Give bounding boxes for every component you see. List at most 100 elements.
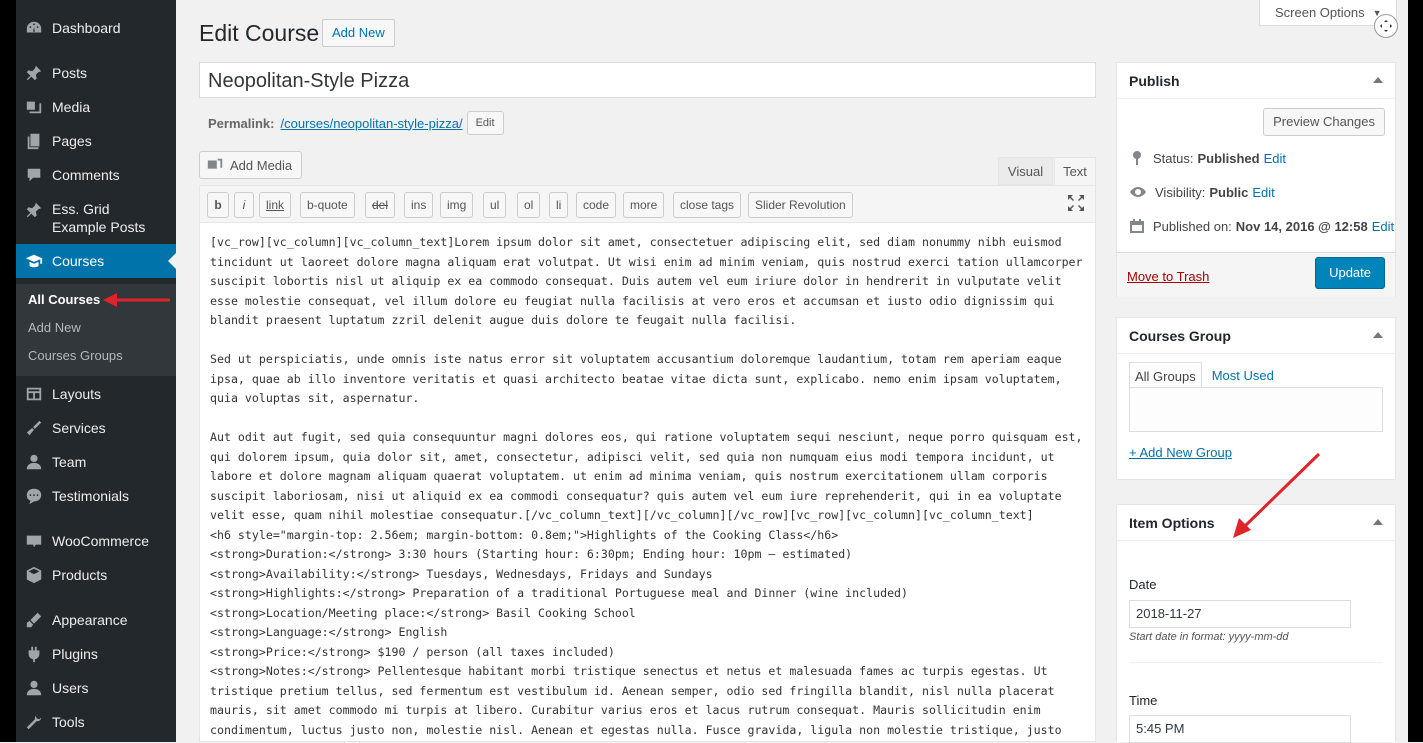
date-input[interactable]: 2018-11-27: [1129, 600, 1351, 628]
tools-icon: [16, 713, 52, 731]
date-label: Date: [1129, 577, 1157, 592]
sidebar-item-posts[interactable]: Posts: [16, 56, 176, 90]
sidebar-item-media[interactable]: Media: [16, 90, 176, 124]
sidebar-item-team[interactable]: Team: [16, 445, 176, 479]
window-frame-right: [1408, 0, 1423, 742]
submenu-all-courses[interactable]: All Courses: [28, 292, 100, 307]
testimonials-icon: [16, 487, 52, 505]
item-options-header[interactable]: Item Options: [1117, 505, 1395, 541]
sidebar-item-testimonials[interactable]: Testimonials: [16, 479, 176, 513]
qt-del-button[interactable]: del: [365, 192, 396, 218]
time-input[interactable]: 5:45 PM: [1129, 715, 1351, 743]
visibility-edit-link[interactable]: Edit: [1252, 185, 1274, 200]
move-to-trash-link[interactable]: Move to Trash: [1127, 269, 1209, 284]
courses-group-box: Courses Group All Groups Most Used + Add…: [1116, 317, 1396, 480]
preview-changes-button[interactable]: Preview Changes: [1263, 108, 1385, 136]
courses-group-header[interactable]: Courses Group: [1117, 318, 1395, 354]
fullscreen-icon[interactable]: [1374, 14, 1398, 38]
sidebar-item-plugins[interactable]: Plugins: [16, 637, 176, 671]
sidebar-item-courses[interactable]: Courses: [16, 244, 176, 278]
sidebar-item-woocommerce[interactable]: WooCommerce: [16, 524, 176, 558]
qt-italic-button[interactable]: i: [234, 192, 254, 218]
qt-ol-button[interactable]: ol: [517, 192, 541, 218]
qt-bold-button[interactable]: b: [207, 192, 229, 218]
qt-ul-button[interactable]: ul: [483, 192, 507, 218]
divider: [1129, 662, 1383, 663]
media-icon: [16, 98, 52, 116]
qt-bquote-button[interactable]: b-quote: [300, 192, 355, 218]
sidebar-item-comments[interactable]: Comments: [16, 158, 176, 192]
team-icon: [16, 453, 52, 471]
content-editor-textarea[interactable]: [vc_row][vc_column][vc_column_text]Lorem…: [199, 223, 1096, 742]
screen-options-label: Screen Options: [1275, 5, 1365, 20]
qt-li-button[interactable]: li: [549, 192, 569, 218]
permalink-edit-button[interactable]: Edit: [466, 111, 504, 135]
tab-visual[interactable]: Visual: [998, 157, 1053, 185]
visibility-value: Public: [1209, 184, 1249, 200]
sidebar-item-ess-grid[interactable]: Ess. Grid Example Posts: [16, 192, 176, 240]
products-icon: [16, 566, 52, 584]
published-value: Nov 14, 2016 @ 12:58: [1235, 218, 1368, 234]
sidebar-item-label: Ess. Grid Example Posts: [52, 201, 146, 235]
add-new-button[interactable]: Add New: [322, 19, 395, 47]
submenu-courses-groups[interactable]: Courses Groups: [28, 348, 123, 363]
permalink-label: Permalink:: [208, 115, 275, 131]
sidebar-item-appearance[interactable]: Appearance: [16, 603, 176, 637]
published-on-row: Published on: Nov 14, 2016 @ 12:58 Edit: [1129, 218, 1394, 234]
distraction-free-icon[interactable]: [1067, 194, 1085, 212]
add-media-icon: [207, 158, 223, 169]
qt-code-button[interactable]: code: [576, 192, 617, 218]
groups-checklist[interactable]: [1129, 387, 1383, 432]
comments-icon: [16, 166, 52, 184]
published-label: Published on:: [1153, 218, 1232, 234]
visibility-label: Visibility:: [1155, 184, 1206, 200]
qt-ins-button[interactable]: ins: [404, 192, 434, 218]
sidebar-item-label: Tools: [52, 714, 85, 730]
sidebar-item-services[interactable]: Services: [16, 411, 176, 445]
sidebar-item-label: WooCommerce: [52, 533, 149, 549]
quicktags-toolbar: b i link b-quote del ins img ul ol li co…: [199, 185, 1096, 223]
tab-text[interactable]: Text: [1054, 157, 1096, 186]
add-media-button[interactable]: Add Media: [199, 151, 303, 179]
courses-submenu: All Courses Add New Courses Groups: [16, 284, 176, 376]
status-label: Status:: [1153, 150, 1194, 166]
admin-sidebar: Dashboard Posts Media Pages Comments Ess…: [16, 0, 176, 742]
status-value: Published: [1197, 150, 1260, 166]
qt-close-tags-button[interactable]: close tags: [673, 192, 742, 218]
collapse-arrow-icon[interactable]: [1373, 77, 1383, 83]
collapse-arrow-icon[interactable]: [1373, 332, 1383, 338]
calendar-icon: [1130, 219, 1144, 233]
pages-icon: [16, 132, 52, 150]
add-new-group-link[interactable]: + Add New Group: [1129, 445, 1232, 460]
pin-icon: [1133, 151, 1141, 165]
sidebar-item-label: Pages: [52, 133, 92, 149]
sidebar-item-label: Services: [52, 420, 106, 436]
collapse-arrow-icon[interactable]: [1373, 519, 1383, 525]
publish-box-header[interactable]: Publish: [1117, 63, 1395, 99]
date-hint: Start date in format: yyyy-mm-dd: [1129, 631, 1289, 643]
sidebar-item-dashboard[interactable]: Dashboard: [16, 11, 176, 45]
permalink-link[interactable]: /courses/neopolitan-style-pizza/: [280, 116, 462, 131]
qt-more-button[interactable]: more: [623, 192, 665, 218]
visibility-row: Visibility: Public Edit: [1129, 184, 1275, 200]
status-edit-link[interactable]: Edit: [1264, 151, 1286, 166]
sidebar-item-layouts[interactable]: Layouts: [16, 377, 176, 411]
post-title-input[interactable]: Neopolitan-Style Pizza: [199, 62, 1096, 98]
woocommerce-icon: [16, 532, 52, 550]
sidebar-item-pages[interactable]: Pages: [16, 124, 176, 158]
services-icon: [16, 419, 52, 437]
item-options-box: Item Options Date 2018-11-27 Start date …: [1116, 504, 1396, 743]
qt-link-button[interactable]: link: [259, 192, 292, 218]
sidebar-item-products[interactable]: Products: [16, 558, 176, 592]
sidebar-item-label: Users: [52, 680, 89, 696]
update-button[interactable]: Update: [1315, 257, 1385, 289]
window-frame-left: [0, 0, 16, 742]
sidebar-item-label: Comments: [52, 167, 120, 183]
submenu-add-new[interactable]: Add New: [28, 320, 81, 335]
sidebar-item-users[interactable]: Users: [16, 671, 176, 705]
qt-slider-revolution-button[interactable]: Slider Revolution: [748, 192, 853, 218]
published-edit-link[interactable]: Edit: [1372, 219, 1394, 234]
sidebar-item-tools[interactable]: Tools: [16, 705, 176, 739]
sidebar-item-label: Testimonials: [52, 488, 130, 504]
qt-img-button[interactable]: img: [440, 192, 474, 218]
